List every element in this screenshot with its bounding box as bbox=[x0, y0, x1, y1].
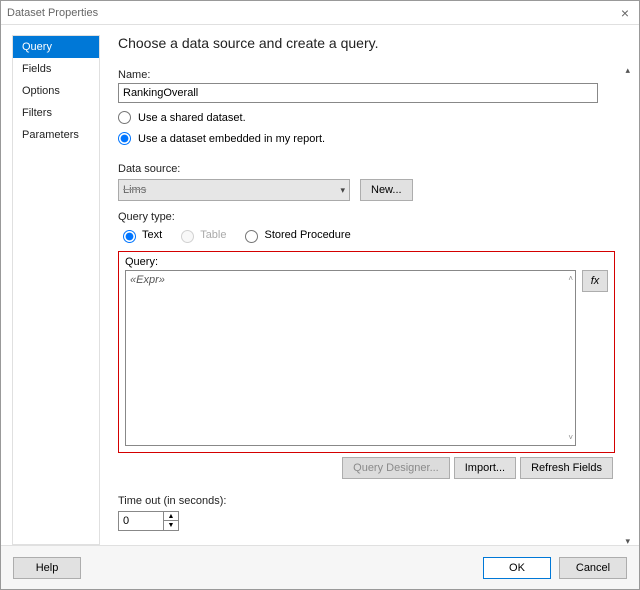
datasource-select[interactable]: Lims ▾ bbox=[118, 179, 350, 201]
query-buttons: Query Designer... Import... Refresh Fiel… bbox=[118, 457, 613, 479]
resize-up-icon: ˄ bbox=[568, 274, 573, 283]
qtype-sp-radio[interactable] bbox=[245, 230, 258, 243]
footer: Help OK Cancel bbox=[1, 545, 639, 589]
querytype-row: Text Table Stored Procedure bbox=[118, 227, 615, 243]
import-button[interactable]: Import... bbox=[454, 457, 516, 479]
timeout-row: ▲ ▼ bbox=[118, 511, 615, 531]
main-panel: ▴ ▾ Choose a data source and create a qu… bbox=[118, 35, 627, 545]
query-label: Query: bbox=[125, 256, 608, 268]
sidebar-item-options[interactable]: Options bbox=[13, 80, 99, 102]
cancel-button[interactable]: Cancel bbox=[559, 557, 627, 579]
close-icon[interactable]: × bbox=[617, 5, 633, 21]
query-highlight-box: Query: «Expr» ˄ ˅ fx bbox=[118, 251, 615, 453]
timeout-spinner[interactable]: ▲ ▼ bbox=[164, 511, 179, 531]
sidebar-item-label: Query bbox=[22, 41, 52, 53]
spinner-down-icon[interactable]: ▼ bbox=[164, 521, 178, 530]
querytype-label: Query type: bbox=[118, 211, 615, 223]
radio-embedded-row[interactable]: Use a dataset embedded in my report. bbox=[118, 132, 615, 145]
window-title: Dataset Properties bbox=[7, 7, 98, 19]
ok-button[interactable]: OK bbox=[483, 557, 551, 579]
expression-button[interactable]: fx bbox=[582, 270, 608, 292]
page-heading: Choose a data source and create a query. bbox=[118, 35, 615, 51]
sidebar-item-parameters[interactable]: Parameters bbox=[13, 124, 99, 146]
sidebar-item-label: Options bbox=[22, 85, 60, 97]
scroll-up-icon[interactable]: ▴ bbox=[625, 65, 630, 76]
datasource-row: Lims ▾ New... bbox=[118, 179, 615, 201]
qtype-table-label: Table bbox=[200, 229, 226, 241]
radio-shared-label: Use a shared dataset. bbox=[138, 112, 246, 124]
refresh-fields-button[interactable]: Refresh Fields bbox=[520, 457, 613, 479]
qtype-text-row[interactable]: Text bbox=[118, 227, 162, 243]
qtype-text-label: Text bbox=[142, 229, 162, 241]
sidebar-item-filters[interactable]: Filters bbox=[13, 102, 99, 124]
radio-embedded[interactable] bbox=[118, 132, 131, 145]
query-textarea[interactable]: «Expr» ˄ ˅ bbox=[125, 270, 576, 446]
query-value: «Expr» bbox=[130, 274, 165, 286]
fx-icon: fx bbox=[591, 275, 600, 287]
sidebar: Query Fields Options Filters Parameters bbox=[12, 35, 100, 545]
qtype-text-radio[interactable] bbox=[123, 230, 136, 243]
qtype-table-radio bbox=[181, 230, 194, 243]
qtype-sp-row[interactable]: Stored Procedure bbox=[240, 227, 350, 243]
qtype-table-row: Table bbox=[176, 227, 226, 243]
sidebar-item-fields[interactable]: Fields bbox=[13, 58, 99, 80]
content: Query Fields Options Filters Parameters … bbox=[1, 25, 639, 545]
radio-shared-row[interactable]: Use a shared dataset. bbox=[118, 111, 615, 124]
sidebar-item-query[interactable]: Query bbox=[13, 36, 99, 58]
spinner-up-icon[interactable]: ▲ bbox=[164, 512, 178, 521]
new-datasource-button[interactable]: New... bbox=[360, 179, 413, 201]
datasource-value: Lims bbox=[123, 184, 146, 196]
qtype-sp-label: Stored Procedure bbox=[264, 229, 350, 241]
name-label: Name: bbox=[118, 69, 615, 81]
help-button[interactable]: Help bbox=[13, 557, 81, 579]
sidebar-item-label: Filters bbox=[22, 107, 52, 119]
titlebar: Dataset Properties × bbox=[1, 1, 639, 25]
sidebar-item-label: Fields bbox=[22, 63, 51, 75]
timeout-input[interactable] bbox=[118, 511, 164, 531]
radio-embedded-label: Use a dataset embedded in my report. bbox=[138, 133, 325, 145]
name-input[interactable] bbox=[118, 83, 598, 103]
radio-shared[interactable] bbox=[118, 111, 131, 124]
resize-down-icon: ˅ bbox=[568, 433, 573, 442]
scroll-down-icon[interactable]: ▾ bbox=[625, 536, 630, 545]
chevron-down-icon: ▾ bbox=[340, 185, 345, 196]
query-designer-button: Query Designer... bbox=[342, 457, 450, 479]
sidebar-item-label: Parameters bbox=[22, 129, 79, 141]
datasource-label: Data source: bbox=[118, 163, 615, 175]
timeout-label: Time out (in seconds): bbox=[118, 495, 615, 507]
